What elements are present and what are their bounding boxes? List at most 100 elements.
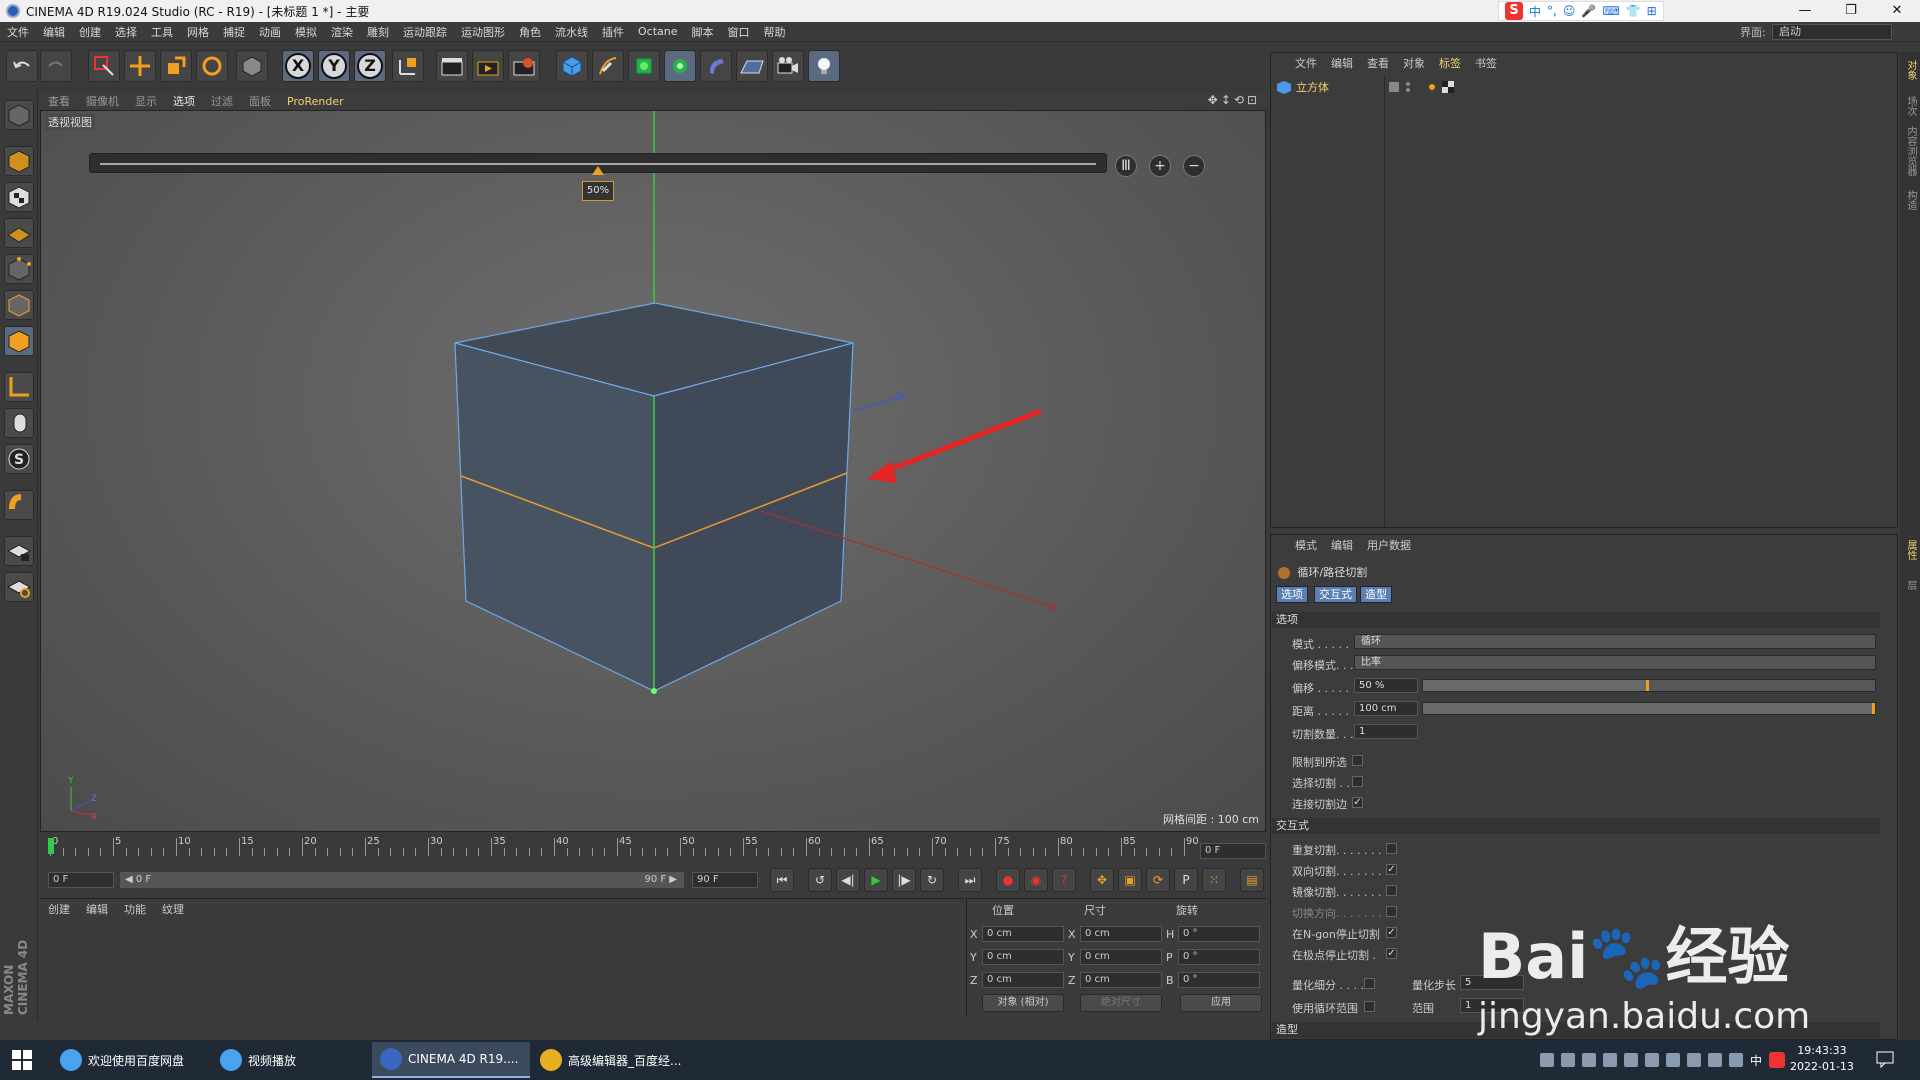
close-button[interactable]: ✕	[1874, 0, 1920, 22]
object-menu-file[interactable]: 文件	[1288, 55, 1324, 71]
right-tab-structure[interactable]: 构造	[1902, 190, 1918, 210]
loop-range-checkbox[interactable]	[1364, 1001, 1375, 1012]
position-y-field[interactable]: 0 cm	[982, 949, 1064, 965]
y-axis-lock-button[interactable]: Y	[318, 50, 350, 82]
menu-item[interactable]: 角色	[512, 24, 548, 40]
keyframe-selection-button[interactable]: ?	[1052, 868, 1076, 892]
slider-remove-button[interactable]: −	[1183, 155, 1205, 177]
size-mode-dropdown[interactable]: 绝对尺寸	[1080, 994, 1162, 1012]
timeline-window-button[interactable]: ▤	[1240, 868, 1264, 892]
live-select-button[interactable]	[88, 50, 120, 82]
model-mode-button[interactable]	[4, 146, 34, 176]
menu-item[interactable]: 选择	[108, 24, 144, 40]
material-menu-function[interactable]: 功能	[116, 901, 154, 917]
ime-item[interactable]: ☺	[1563, 4, 1576, 18]
ime-item[interactable]: 🎤	[1581, 4, 1596, 18]
coordinate-system-button[interactable]	[392, 50, 424, 82]
ime-item[interactable]: 中	[1529, 3, 1541, 20]
rotate-tool-button[interactable]	[196, 50, 228, 82]
ime-item[interactable]: °,	[1547, 4, 1557, 18]
phong-tag-icon[interactable]	[1426, 80, 1460, 94]
redo-button[interactable]	[40, 50, 72, 82]
attribute-menu-mode[interactable]: 模式	[1288, 537, 1324, 553]
position-x-field[interactable]: 0 cm	[982, 926, 1064, 942]
tray-icon[interactable]	[1561, 1053, 1575, 1067]
slider-pause-button[interactable]: Ⅲ	[1115, 155, 1137, 177]
distance-field[interactable]: 100 cm	[1354, 701, 1418, 716]
tray-icon[interactable]	[1687, 1053, 1701, 1067]
viewport-menu-options[interactable]: 选项	[165, 93, 203, 109]
tray-icon[interactable]	[1666, 1053, 1680, 1067]
viewport-menu-display[interactable]: 显示	[127, 93, 165, 109]
workplane-rotate-button[interactable]	[4, 572, 34, 602]
taskbar-item[interactable]: 欢迎使用百度网盘	[52, 1042, 202, 1078]
notification-icon[interactable]	[1876, 1050, 1894, 1071]
timeline-playhead[interactable]	[48, 838, 54, 854]
tray-icon[interactable]	[1729, 1053, 1743, 1067]
menu-item[interactable]: 插件	[595, 24, 631, 40]
distance-slider[interactable]	[1422, 702, 1876, 715]
material-menu-create[interactable]: 创建	[40, 901, 78, 917]
tray-icon[interactable]	[1540, 1053, 1554, 1067]
tray-icon[interactable]	[1624, 1053, 1638, 1067]
option-checkbox[interactable]: ✓	[1386, 927, 1397, 938]
attribute-menu-userdata[interactable]: 用户数据	[1360, 537, 1418, 553]
right-tab-attributes[interactable]: 属性	[1902, 540, 1918, 560]
material-menu-texture[interactable]: 纹理	[154, 901, 192, 917]
record-rotation-button[interactable]: ⟳	[1146, 868, 1170, 892]
z-axis-lock-button[interactable]: Z	[354, 50, 386, 82]
apply-button[interactable]: 应用	[1180, 994, 1262, 1012]
menu-item[interactable]: 运动图形	[454, 24, 512, 40]
snap-button[interactable]: S	[4, 444, 34, 474]
next-key-button[interactable]: ↻	[920, 868, 944, 892]
cube-left-face[interactable]	[454, 342, 655, 692]
texture-mode-button[interactable]	[4, 182, 34, 212]
menu-item[interactable]: 渲染	[324, 24, 360, 40]
perspective-viewport[interactable]: 透视视图 Y Z X 50% Ⅲ + − 网格间距: 100 cm	[40, 110, 1266, 832]
points-mode-button[interactable]	[4, 254, 34, 284]
menu-item[interactable]: 雕刻	[360, 24, 396, 40]
ime-item[interactable]: 👕	[1626, 4, 1641, 18]
sogou-ime-icon[interactable]: S	[1505, 2, 1523, 20]
timeline-ruler[interactable]: 0 5 10 15 20 25 30 35 40 45 50 55 60 65 70 75 80 85 90	[40, 836, 1266, 866]
menu-item[interactable]: Octane	[631, 25, 685, 38]
floor-button[interactable]	[736, 50, 768, 82]
cloner-button[interactable]	[664, 50, 696, 82]
tab-options[interactable]: 选项	[1276, 586, 1308, 603]
object-row-cube[interactable]: 立方体	[1276, 78, 1876, 96]
minimize-button[interactable]: —	[1782, 0, 1828, 22]
current-frame-field[interactable]: 0 F	[1200, 843, 1266, 859]
menu-item[interactable]: 网格	[180, 24, 216, 40]
section-interactive[interactable]: 交互式	[1272, 818, 1880, 834]
size-x-field[interactable]: 0 cm	[1080, 926, 1162, 942]
option-checkbox[interactable]	[1386, 885, 1397, 896]
cube-right-face[interactable]	[653, 342, 854, 692]
play-button[interactable]: ▶	[864, 868, 888, 892]
object-menu-bookmarks[interactable]: 书签	[1468, 55, 1504, 71]
quantize-checkbox[interactable]	[1364, 978, 1375, 989]
render-to-picture-viewer-button[interactable]	[472, 50, 504, 82]
tab-interactive[interactable]: 交互式	[1314, 586, 1357, 603]
size-z-field[interactable]: 0 cm	[1080, 972, 1162, 988]
rotation-b-field[interactable]: 0 °	[1178, 972, 1260, 988]
option-checkbox[interactable]	[1386, 906, 1397, 917]
deformer-button[interactable]	[700, 50, 732, 82]
offset-slider[interactable]	[1422, 679, 1876, 692]
position-z-field[interactable]: 0 cm	[982, 972, 1064, 988]
offset-mode-dropdown[interactable]: 比率	[1354, 655, 1876, 670]
record-scale-button[interactable]: ▣	[1118, 868, 1142, 892]
menu-item[interactable]: 帮助	[757, 24, 793, 40]
record-position-button[interactable]: ✥	[1090, 868, 1114, 892]
render-settings-button[interactable]	[508, 50, 540, 82]
system-tray[interactable]: 中	[1540, 1040, 1786, 1080]
menu-item[interactable]: 动画	[252, 24, 288, 40]
right-tab-layers[interactable]: 层	[1902, 580, 1918, 590]
object-menu-view[interactable]: 查看	[1360, 55, 1396, 71]
menu-item[interactable]: 编辑	[36, 24, 72, 40]
lock-workplane-button[interactable]	[4, 536, 34, 566]
material-menu-edit[interactable]: 编辑	[78, 901, 116, 917]
viewport-scene[interactable]: Y Z X	[41, 111, 1266, 832]
menu-item[interactable]: 模拟	[288, 24, 324, 40]
pen-spline-button[interactable]	[592, 50, 624, 82]
menu-item[interactable]: 捕捉	[216, 24, 252, 40]
